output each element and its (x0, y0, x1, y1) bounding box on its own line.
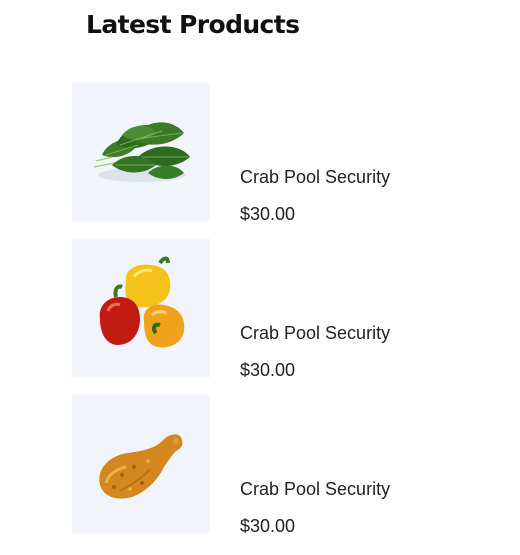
product-price: $30.00 (240, 360, 296, 380)
spinach-icon (93, 122, 190, 182)
product-name-link[interactable]: Crab Pool Security (240, 477, 390, 501)
product-name-link[interactable]: Crab Pool Security (240, 321, 390, 345)
product-item: Crab Pool Security $30.00 (72, 239, 472, 380)
product-image-link[interactable] (72, 395, 210, 533)
fried-chicken-icon (99, 434, 183, 499)
latest-products-widget: Latest Products Crab Pool Security $30.0… (0, 0, 520, 555)
product-item: Crab Pool Security $30.00 (72, 83, 472, 224)
bell-peppers-icon (99, 256, 185, 348)
product-image-link[interactable] (72, 83, 210, 221)
product-price: $30.00 (240, 516, 296, 536)
widget-title: Latest Products (86, 10, 300, 39)
product-image-link[interactable] (72, 239, 210, 377)
product-item: Crab Pool Security $30.00 (72, 395, 472, 536)
product-price: $30.00 (240, 204, 296, 224)
product-name-link[interactable]: Crab Pool Security (240, 165, 390, 189)
